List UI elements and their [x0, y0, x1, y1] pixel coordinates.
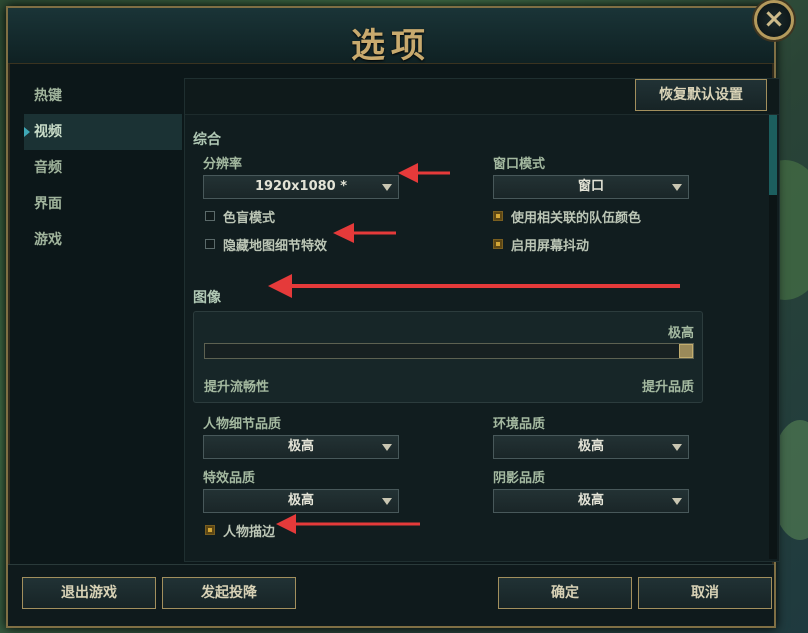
window-title: 选项: [351, 26, 431, 66]
team-colors-checkbox[interactable]: [493, 211, 503, 221]
colorblind-checkbox-row[interactable]: 色盲模式: [205, 207, 276, 226]
resolution-value: 1920x1080 *: [254, 179, 348, 194]
slider-min-label: 提升流畅性: [204, 380, 270, 395]
footer-bar: 退出游戏 发起投降 确定 取消: [8, 564, 774, 626]
ok-button[interactable]: 确定: [498, 577, 632, 609]
screen-shake-checkbox-row[interactable]: 启用屏幕抖动: [493, 235, 590, 254]
colorblind-checkbox[interactable]: [205, 211, 215, 221]
title-bar: 选项: [8, 8, 774, 66]
effects-quality-value: 极高: [287, 493, 314, 508]
restore-defaults-button[interactable]: 恢复默认设置: [635, 79, 767, 111]
resolution-dropdown[interactable]: 1920x1080 *: [203, 175, 399, 199]
chevron-down-icon: [672, 444, 682, 451]
chevron-down-icon: [382, 184, 392, 191]
shadow-quality-dropdown[interactable]: 极高: [493, 489, 689, 513]
character-outline-checkbox-row[interactable]: 人物描边: [205, 521, 276, 540]
graphics-level-label: 极高: [667, 326, 694, 341]
environment-quality-label: 环境品质: [493, 417, 546, 432]
cancel-button[interactable]: 取消: [638, 577, 772, 609]
shadow-quality-label: 阴影品质: [493, 471, 546, 486]
chevron-down-icon: [382, 498, 392, 505]
exit-game-button[interactable]: 退出游戏: [22, 577, 156, 609]
window-mode-dropdown[interactable]: 窗口: [493, 175, 689, 199]
team-colors-label: 使用相关联的队伍颜色: [511, 210, 642, 226]
settings-scrollbar[interactable]: [769, 115, 777, 559]
character-quality-dropdown[interactable]: 极高: [203, 435, 399, 459]
chevron-down-icon: [672, 498, 682, 505]
character-quality-value: 极高: [287, 439, 314, 454]
slider-fill: [205, 344, 679, 358]
graphics-quality-box: 极高 提升流畅性 提升品质: [193, 311, 703, 403]
window-mode-value: 窗口: [577, 179, 604, 194]
colorblind-label: 色盲模式: [223, 210, 276, 226]
environment-quality-value: 极高: [577, 439, 604, 454]
options-window: 选项 热键 视频 音频 界面 游戏 恢复默认设置 综合 分辨率 1920x108…: [6, 6, 780, 628]
sidebar-item-hotkeys[interactable]: 热键: [24, 78, 182, 114]
graphics-section-title: 图像: [193, 290, 221, 306]
surrender-button[interactable]: 发起投降: [162, 577, 296, 609]
hide-map-effects-label: 隐藏地图细节特效: [223, 238, 328, 254]
window-mode-label: 窗口模式: [493, 157, 546, 172]
chevron-down-icon: [382, 444, 392, 451]
chevron-down-icon: [672, 184, 682, 191]
hide-map-effects-checkbox[interactable]: [205, 239, 215, 249]
character-outline-checkbox[interactable]: [205, 525, 215, 535]
hide-map-effects-checkbox-row[interactable]: 隐藏地图细节特效: [205, 235, 328, 254]
screen-shake-checkbox[interactable]: [493, 239, 503, 249]
environment-quality-dropdown[interactable]: 极高: [493, 435, 689, 459]
character-outline-label: 人物描边: [223, 524, 276, 540]
video-settings-panel: 恢复默认设置 综合 分辨率 1920x1080 * 窗口模式 窗口 色盲模式 隐…: [184, 78, 780, 562]
slider-max-label: 提升品质: [641, 380, 694, 395]
options-sidebar: 热键 视频 音频 界面 游戏: [24, 78, 182, 258]
sidebar-item-game[interactable]: 游戏: [24, 222, 182, 258]
close-icon[interactable]: ×: [754, 0, 794, 40]
team-colors-checkbox-row[interactable]: 使用相关联的队伍颜色: [493, 207, 642, 226]
sidebar-item-video[interactable]: 视频: [24, 114, 182, 150]
screen-shake-label: 启用屏幕抖动: [511, 238, 590, 254]
scrollbar-thumb[interactable]: [769, 115, 777, 195]
graphics-quality-slider[interactable]: [204, 343, 694, 359]
slider-handle[interactable]: [679, 344, 693, 358]
effects-quality-label: 特效品质: [203, 471, 256, 486]
sidebar-item-interface[interactable]: 界面: [24, 186, 182, 222]
shadow-quality-value: 极高: [577, 493, 604, 508]
resolution-label: 分辨率: [203, 157, 243, 172]
character-quality-label: 人物细节品质: [203, 417, 282, 432]
effects-quality-dropdown[interactable]: 极高: [203, 489, 399, 513]
general-section-title: 综合: [193, 132, 221, 148]
sidebar-item-audio[interactable]: 音频: [24, 150, 182, 186]
